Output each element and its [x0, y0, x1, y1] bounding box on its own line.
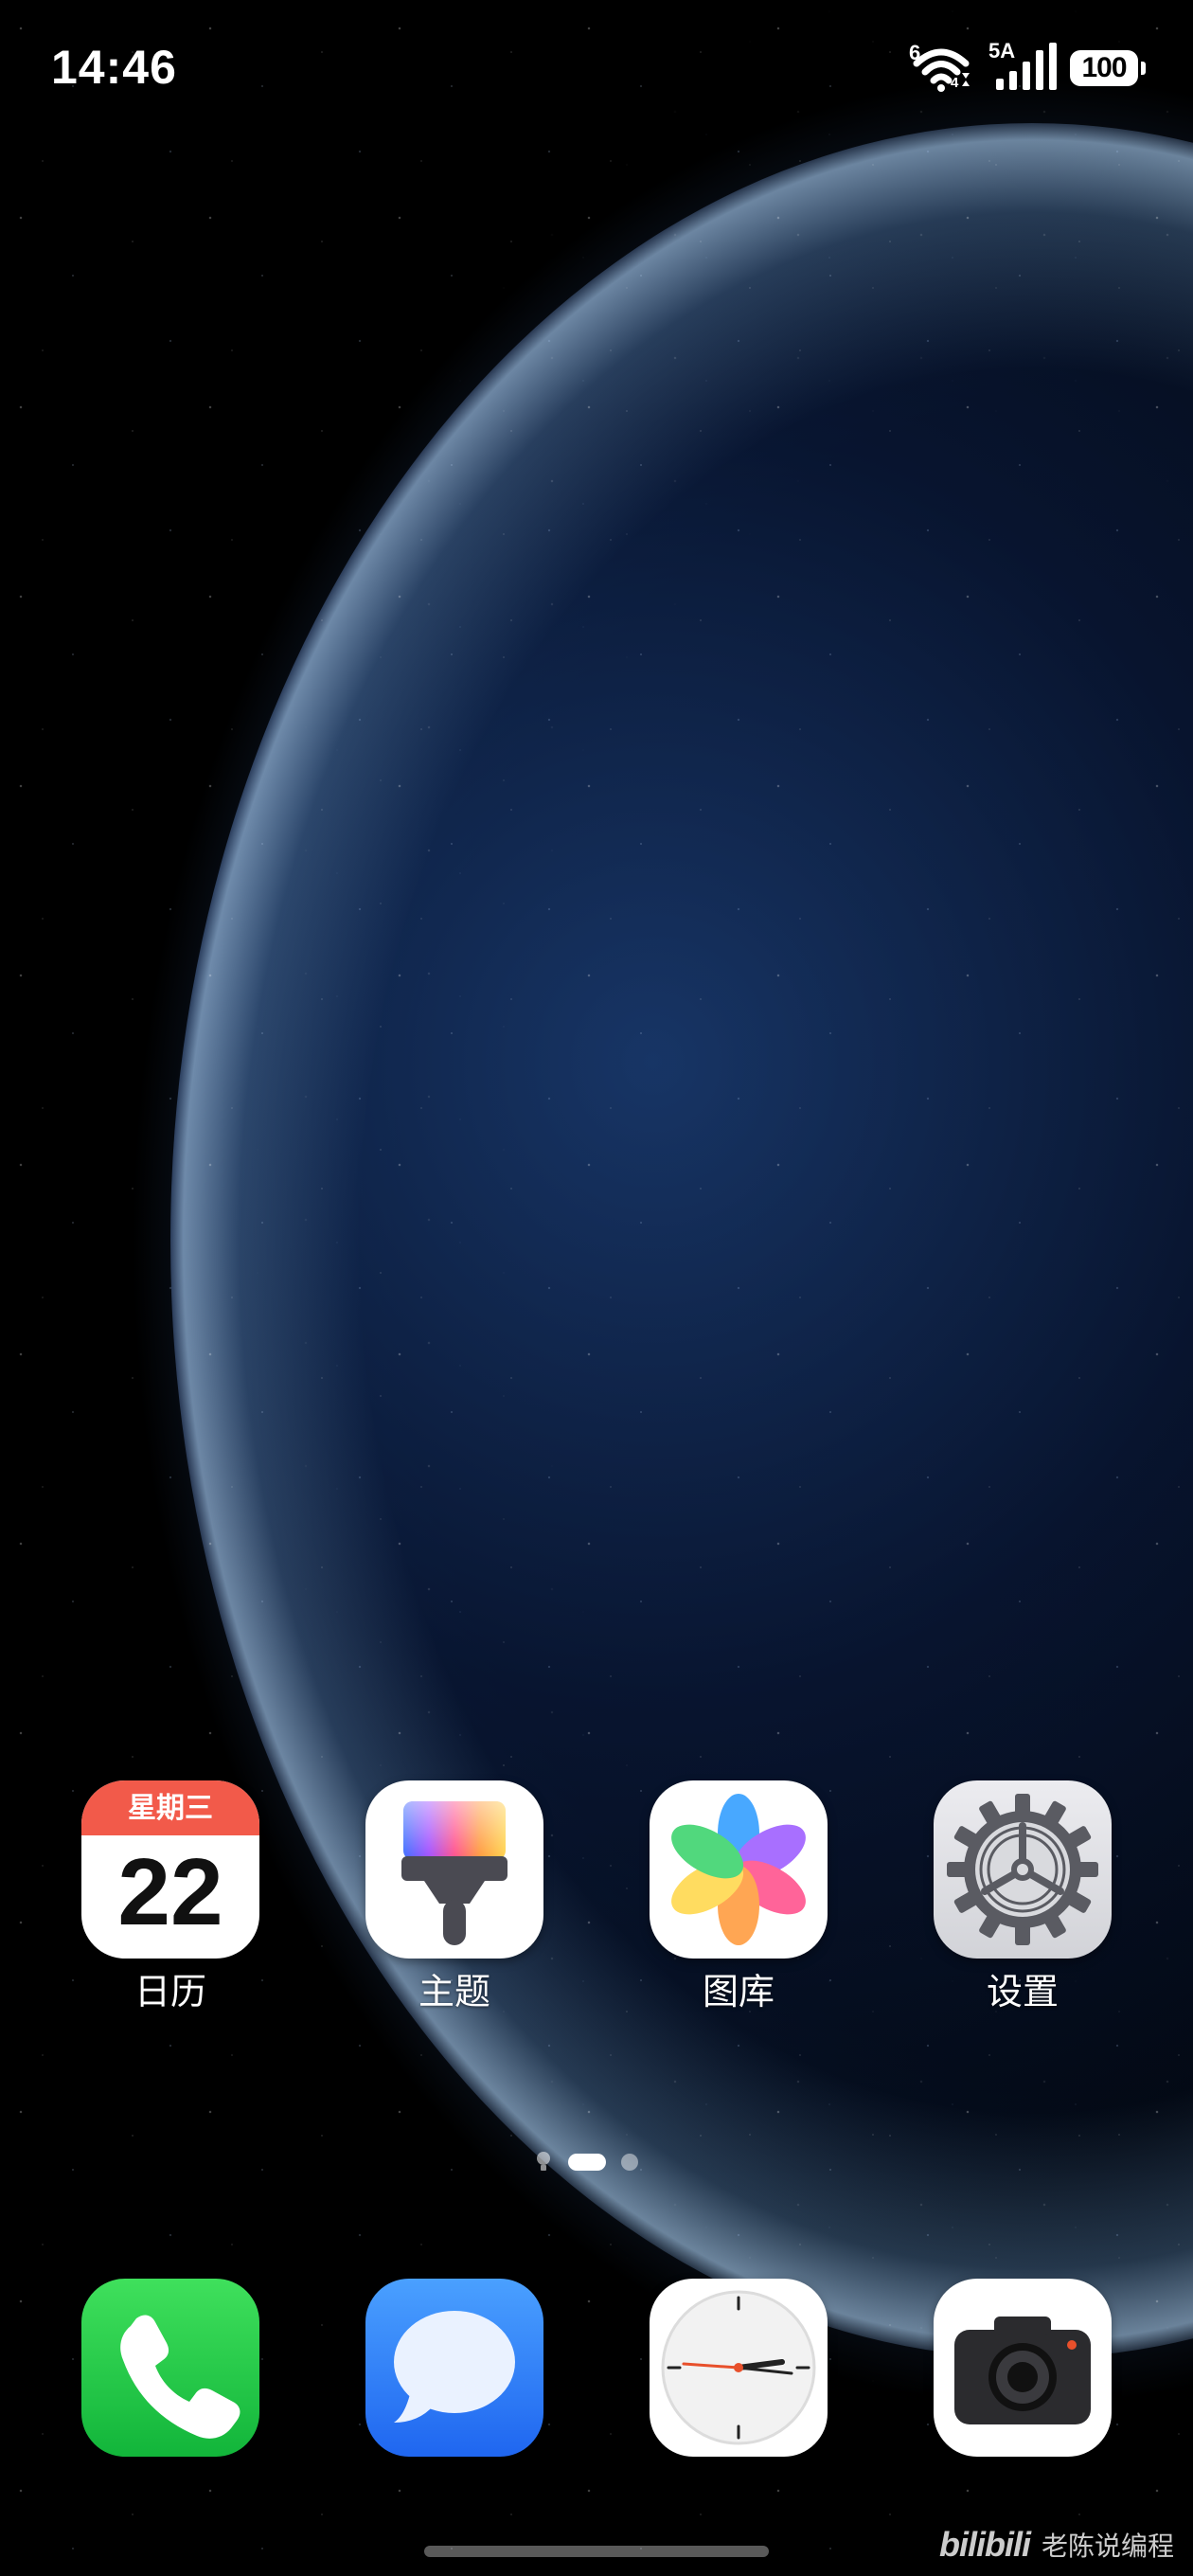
gallery-petal-icon[interactable] — [650, 1780, 828, 1959]
page-dot[interactable] — [621, 2154, 638, 2171]
clock-icon[interactable] — [650, 2279, 828, 2457]
wallpaper — [0, 0, 1193, 2576]
app-label-calendar: 日历 — [134, 1971, 206, 2012]
message-icon[interactable] — [365, 2279, 543, 2457]
page-dot-active[interactable] — [568, 2154, 606, 2171]
themes-brush-icon[interactable] — [365, 1780, 543, 1959]
app-label-themes: 主题 — [418, 1971, 490, 2012]
app-calendar[interactable]: 星期三 22 日历 — [57, 1780, 284, 2015]
watermark-author: 老陈说编程 — [1041, 2531, 1174, 2562]
phone-icon[interactable] — [81, 2279, 259, 2457]
wifi-icon: 6 4 — [909, 41, 975, 94]
battery-level: 100 — [1081, 52, 1127, 83]
calendar-date: 22 — [117, 1839, 223, 1945]
app-label-gallery: 图库 — [702, 1971, 775, 2012]
cellular-signal-icon: 5A — [988, 39, 1057, 94]
starfield-ring — [0, 0, 1193, 2576]
app-gallery[interactable]: 图库 — [625, 1780, 852, 2015]
settings-gear-icon[interactable] — [934, 1780, 1112, 1959]
calendar-weekday: 星期三 — [81, 1780, 259, 1835]
page-indicator — [0, 2148, 1193, 2176]
home-gesture-bar[interactable] — [424, 2546, 769, 2557]
card-page-bulb-icon[interactable] — [534, 2150, 553, 2174]
app-themes[interactable]: 主题 — [341, 1780, 568, 2015]
dock-clock[interactable] — [625, 2279, 852, 2457]
watermark-brand: bilibili — [938, 2525, 1031, 2564]
home-app-row: 星期三 22 日历 主题 图库 设置 — [0, 1780, 1193, 2036]
status-time: 14:46 — [51, 41, 177, 94]
calendar-icon[interactable]: 星期三 22 — [81, 1780, 259, 1959]
dock-messages[interactable] — [341, 2279, 568, 2457]
watermark: bilibili 老陈说编程 — [939, 2525, 1174, 2565]
dock — [0, 2279, 1193, 2468]
dock-phone[interactable] — [57, 2279, 284, 2457]
status-bar: 14:46 6 4 5A 100 — [0, 0, 1193, 142]
battery-icon: 100 — [1070, 50, 1146, 86]
status-icons: 6 4 5A 100 — [909, 39, 1146, 95]
camera-icon[interactable] — [934, 2279, 1112, 2457]
wifi-sub-label: 4 — [951, 75, 959, 91]
app-settings[interactable]: 设置 — [909, 1780, 1136, 2015]
dock-camera[interactable] — [909, 2279, 1136, 2457]
app-label-settings: 设置 — [986, 1971, 1059, 2012]
